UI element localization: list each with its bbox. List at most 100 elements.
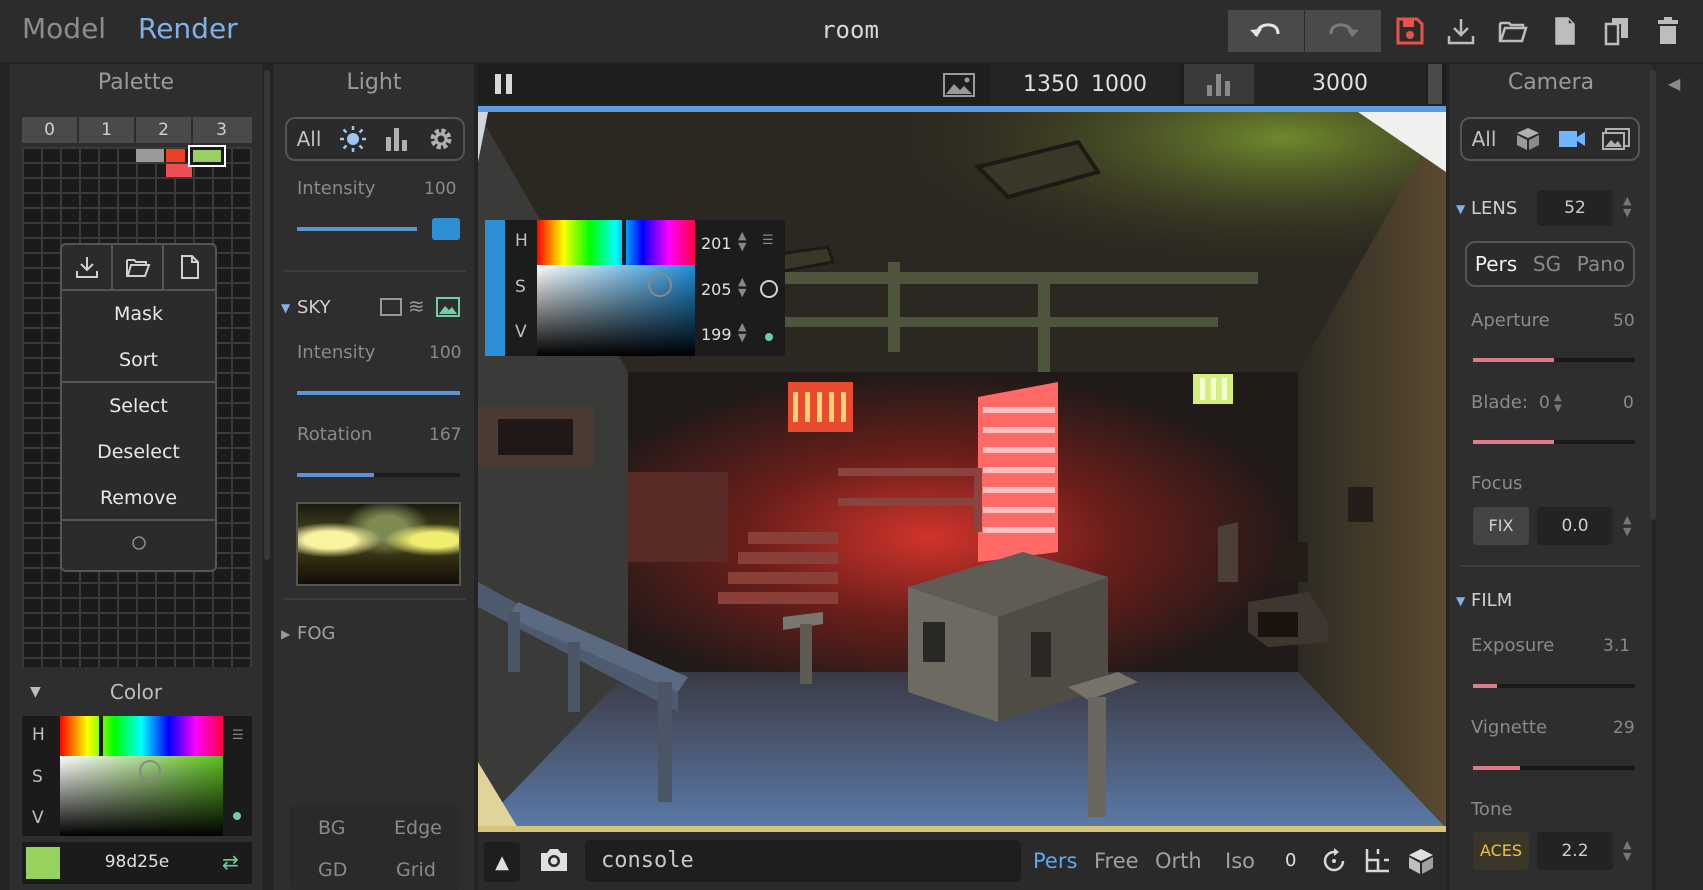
tone-aces-button[interactable]: ACES	[1473, 832, 1529, 870]
open-button[interactable]	[1498, 16, 1528, 46]
palette-swatch-selected[interactable]	[188, 145, 226, 167]
resolution-field[interactable]: 1350 1000	[990, 64, 1180, 104]
lens-collapse-toggle[interactable]: ▼	[1456, 202, 1465, 216]
camera-panel-scrollbar[interactable]	[1650, 70, 1656, 520]
lens-mode-sg[interactable]: SG	[1533, 252, 1561, 276]
picker-s-stepper[interactable]: ▲ ▼	[738, 276, 746, 298]
image-button[interactable]	[942, 72, 976, 98]
stats-button[interactable]	[1184, 64, 1254, 104]
menu-import-button[interactable]	[113, 245, 164, 289]
focus-stepper[interactable]: ▲ ▼	[1623, 514, 1631, 538]
reset-view-button[interactable]	[1319, 846, 1349, 876]
picker-v-value[interactable]: 199	[701, 325, 732, 344]
color-hex-value[interactable]: 98d25e	[77, 852, 197, 872]
save-button[interactable]	[1395, 16, 1425, 46]
camera-filter-object[interactable]	[1506, 126, 1550, 152]
projection-iso[interactable]: Iso	[1225, 849, 1255, 873]
sky-mode-solid[interactable]	[380, 298, 402, 316]
tab-model[interactable]: Model	[22, 12, 106, 45]
menu-new-button[interactable]	[164, 245, 215, 289]
menu-item-select[interactable]: Select	[62, 383, 215, 429]
palette-swatch-gray[interactable]	[136, 149, 164, 162]
picker-h-value[interactable]: 201	[701, 234, 732, 253]
sky-rotation-slider[interactable]	[297, 473, 460, 477]
blade-stepper[interactable]: ▲ ▼	[1554, 392, 1562, 414]
resolution-height[interactable]: 1000	[1091, 72, 1147, 97]
tab-render[interactable]: Render	[138, 12, 238, 45]
gd-button[interactable]: GD	[318, 859, 347, 881]
picker-v-stepper[interactable]: ▲ ▼	[738, 321, 746, 343]
pause-icon-bar1[interactable]	[495, 74, 501, 94]
collapse-panel-button[interactable]: ◀	[1668, 74, 1680, 93]
focus-value-field[interactable]: 0.0	[1537, 507, 1613, 545]
sky-mode-image[interactable]	[436, 297, 460, 317]
menu-item-deselect[interactable]: Deselect	[62, 429, 215, 475]
lens-mode-pers[interactable]: Pers	[1475, 252, 1517, 276]
download-button[interactable]	[1446, 16, 1476, 46]
camera-filter-video[interactable]	[1550, 127, 1594, 151]
sky-collapse-toggle[interactable]: ▼	[281, 301, 290, 315]
light-filter-stats[interactable]	[375, 125, 419, 153]
tone-value-field[interactable]: 2.2	[1537, 832, 1613, 870]
picker-s-value[interactable]: 205	[701, 280, 732, 299]
redo-button[interactable]	[1305, 10, 1381, 52]
lens-mode-pano[interactable]: Pano	[1577, 252, 1625, 276]
palette-panel-scrollbar[interactable]	[264, 70, 270, 560]
projection-orth[interactable]: Orth	[1155, 849, 1202, 873]
fog-collapse-toggle[interactable]: ▶	[281, 627, 290, 641]
duplicate-button[interactable]	[1602, 16, 1632, 46]
menu-item-sort[interactable]: Sort	[62, 337, 215, 383]
resolution-width[interactable]: 1350	[1023, 72, 1079, 97]
hue-handle[interactable]	[99, 716, 103, 756]
hue-slider[interactable]	[60, 716, 223, 756]
palette-tab-2[interactable]: 2	[136, 117, 193, 143]
new-file-button[interactable]	[1550, 16, 1580, 46]
projection-pers[interactable]: Pers	[1033, 849, 1077, 873]
lens-stepper[interactable]: ▲ ▼	[1623, 195, 1631, 219]
blade-slider[interactable]	[1473, 440, 1635, 444]
expand-up-button[interactable]: ▲	[484, 842, 520, 882]
menu-item-circle[interactable]	[62, 521, 215, 565]
vignette-slider[interactable]	[1473, 766, 1635, 770]
viewport-scroll-handle[interactable]	[1428, 64, 1442, 104]
samples-field[interactable]: 3000	[1254, 64, 1426, 104]
menu-item-remove[interactable]: Remove	[62, 475, 215, 521]
camera-snapshot-button[interactable]	[538, 846, 570, 874]
focus-fix-button[interactable]: FIX	[1473, 507, 1529, 545]
picker-h-stepper[interactable]: ▲ ▼	[738, 230, 746, 252]
edge-button[interactable]: Edge	[394, 817, 442, 839]
palette-tab-1[interactable]: 1	[79, 117, 136, 143]
light-filter-all[interactable]: All	[287, 127, 331, 151]
aperture-slider[interactable]	[1473, 358, 1635, 362]
picker-sv-area[interactable]	[537, 265, 695, 356]
blade-count[interactable]: 0	[1539, 393, 1550, 413]
light-color-swatch[interactable]	[432, 218, 460, 240]
picker-hue-slider[interactable]	[537, 220, 695, 265]
console-input[interactable]: console	[585, 840, 1021, 882]
sv-handle[interactable]	[139, 760, 161, 782]
tone-stepper[interactable]: ▲ ▼	[1623, 839, 1631, 863]
swap-icon[interactable]: ⇄	[222, 850, 239, 874]
light-filter-settings[interactable]	[419, 125, 463, 153]
camera-filter-image[interactable]	[1594, 127, 1638, 151]
palette-tab-3[interactable]: 3	[193, 117, 250, 143]
menu-icon[interactable]: ☰	[232, 728, 244, 743]
color-collapse-toggle[interactable]: ▼	[30, 684, 41, 700]
picker-circle-icon[interactable]	[760, 280, 778, 298]
camera-filter-all[interactable]: All	[1462, 127, 1506, 151]
sky-hdri-preview[interactable]	[296, 502, 461, 586]
menu-item-mask[interactable]: Mask	[62, 291, 215, 337]
picker-sv-handle[interactable]	[648, 273, 672, 297]
pause-icon-bar2[interactable]	[506, 74, 512, 94]
picker-menu-icon[interactable]: ☰	[762, 233, 774, 248]
palette-swatch-orange[interactable]	[166, 149, 185, 162]
film-collapse-toggle[interactable]: ▼	[1456, 594, 1465, 608]
projection-free[interactable]: Free	[1094, 849, 1139, 873]
sky-intensity-slider[interactable]	[297, 391, 460, 395]
sky-mode-waves[interactable]: ≋	[408, 294, 425, 318]
light-intensity-slider[interactable]	[297, 227, 417, 231]
cube-view-button[interactable]	[1406, 846, 1436, 876]
undo-button[interactable]	[1228, 10, 1304, 52]
light-filter-sun[interactable]	[331, 125, 375, 153]
grid-button[interactable]: Grid	[396, 859, 436, 881]
